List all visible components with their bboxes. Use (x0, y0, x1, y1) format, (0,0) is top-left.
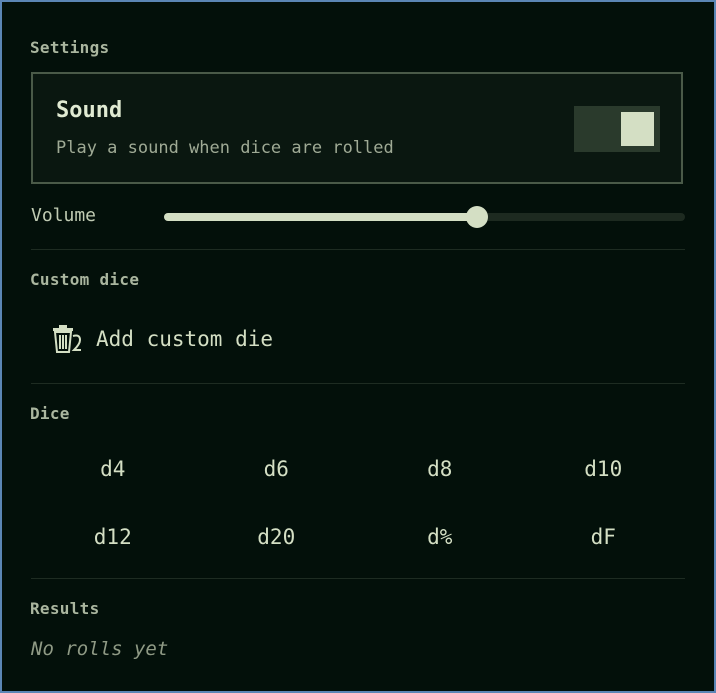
sound-toggle-knob (621, 112, 654, 146)
dice-heading: Dice (30, 404, 70, 423)
die-button-d6[interactable]: d6 (195, 442, 359, 496)
sound-description: Play a sound when dice are rolled (56, 138, 394, 158)
die-button-percent[interactable]: d% (358, 510, 522, 564)
sound-toggle[interactable] (574, 106, 660, 152)
dice-grid: d4 d6 d8 d10 d12 d20 d% dF (31, 442, 685, 578)
volume-slider-fill (164, 213, 477, 221)
custom-dice-heading: Custom dice (30, 270, 140, 289)
add-custom-die-label: Add custom die (96, 327, 274, 351)
results-heading: Results (30, 599, 100, 618)
dice-roller-panel: Settings Sound Play a sound when dice ar… (0, 0, 716, 693)
divider (31, 578, 685, 579)
volume-slider[interactable] (164, 206, 685, 228)
sound-title: Sound (56, 98, 123, 123)
die-button-d10[interactable]: d10 (522, 442, 686, 496)
die-button-d4[interactable]: d4 (31, 442, 195, 496)
add-custom-die-button[interactable]: Add custom die (50, 322, 273, 356)
results-empty-text: No rolls yet (31, 638, 169, 660)
divider (31, 249, 685, 250)
die-button-d8[interactable]: d8 (358, 442, 522, 496)
die-button-d20[interactable]: d20 (195, 510, 359, 564)
divider (31, 383, 685, 384)
volume-slider-thumb[interactable] (465, 206, 488, 228)
die-button-fudge[interactable]: dF (522, 510, 686, 564)
volume-label: Volume (31, 205, 97, 226)
sound-setting-card: Sound Play a sound when dice are rolled (31, 72, 683, 184)
trash-icon (50, 324, 84, 354)
settings-heading: Settings (30, 38, 110, 57)
die-button-d12[interactable]: d12 (31, 510, 195, 564)
